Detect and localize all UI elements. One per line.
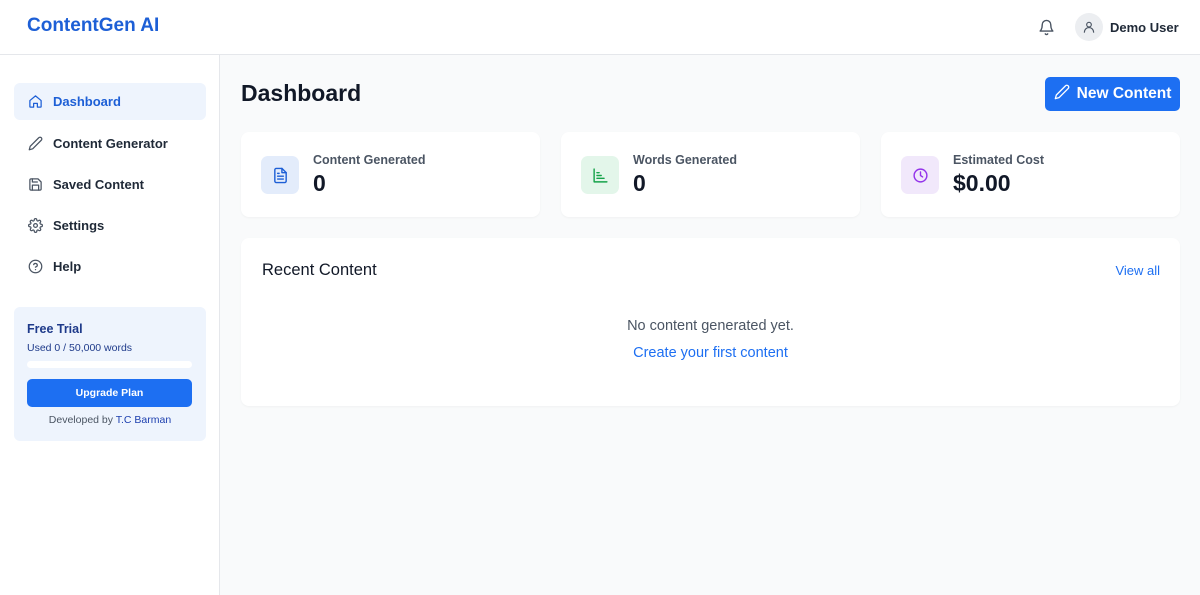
sidebar-item-label: Help — [53, 259, 82, 274]
pencil-icon — [1054, 84, 1070, 105]
document-icon — [261, 156, 299, 194]
stat-card-words-generated: Words Generated 0 — [561, 132, 860, 217]
stat-value: 0 — [633, 170, 646, 196]
create-first-content-link[interactable]: Create your first content — [633, 345, 788, 361]
trial-progress-bar — [27, 361, 192, 368]
credit-prefix: Developed by — [48, 414, 114, 426]
trial-usage: Used 0 / 50,000 words — [27, 342, 133, 354]
stat-value: $0.00 — [953, 170, 1011, 196]
user-menu[interactable]: Demo User — [1075, 13, 1179, 41]
sidebar-item-content-generator[interactable]: Content Generator — [14, 125, 206, 162]
sidebar-item-label: Content Generator — [53, 136, 168, 151]
developer-credit: Developed by T.C Barman — [14, 414, 206, 426]
help-circle-icon — [27, 259, 43, 275]
stat-label: Content Generated — [313, 153, 426, 167]
home-icon — [27, 94, 43, 110]
sidebar-item-label: Saved Content — [53, 177, 145, 192]
pencil-icon — [27, 136, 43, 152]
page-title: Dashboard — [241, 80, 362, 106]
stat-label: Estimated Cost — [953, 153, 1044, 167]
sidebar-item-dashboard[interactable]: Dashboard — [14, 83, 206, 120]
sidebar-item-label: Settings — [53, 218, 105, 233]
brand-logo[interactable]: ContentGen AI — [27, 15, 159, 37]
gear-icon — [27, 218, 43, 234]
save-icon — [27, 177, 43, 193]
stat-card-estimated-cost: Estimated Cost $0.00 — [881, 132, 1180, 217]
recent-content-title: Recent Content — [262, 261, 377, 279]
upgrade-plan-button[interactable]: Upgrade Plan — [27, 379, 192, 407]
sidebar-item-label: Dashboard — [53, 94, 121, 109]
recent-content-panel: Recent Content View all No content gener… — [241, 238, 1180, 406]
stat-label: Words Generated — [633, 153, 737, 167]
bell-icon[interactable] — [1035, 16, 1057, 38]
empty-state-message: No content generated yet. — [627, 318, 794, 334]
credit-author[interactable]: T.C Barman — [116, 414, 171, 426]
bar-chart-icon — [581, 156, 619, 194]
view-all-link[interactable]: View all — [1115, 263, 1160, 278]
user-icon — [1075, 13, 1103, 41]
sidebar: Dashboard Content Generator Saved Conten… — [0, 55, 220, 595]
stat-value: 0 — [313, 170, 326, 196]
sidebar-item-help[interactable]: Help — [14, 248, 206, 285]
sidebar-item-saved-content[interactable]: Saved Content — [14, 166, 206, 203]
stat-card-content-generated: Content Generated 0 — [241, 132, 540, 217]
user-name: Demo User — [1110, 19, 1179, 35]
top-bar: ContentGen AI Demo User — [0, 0, 1200, 55]
trial-title: Free Trial — [27, 322, 83, 336]
clock-icon — [901, 156, 939, 194]
new-content-label: New Content — [1076, 85, 1172, 102]
sidebar-item-settings[interactable]: Settings — [14, 207, 206, 244]
new-content-button[interactable]: New Content — [1045, 77, 1180, 111]
free-trial-panel: Free Trial Used 0 / 50,000 words Upgrade… — [14, 307, 206, 441]
